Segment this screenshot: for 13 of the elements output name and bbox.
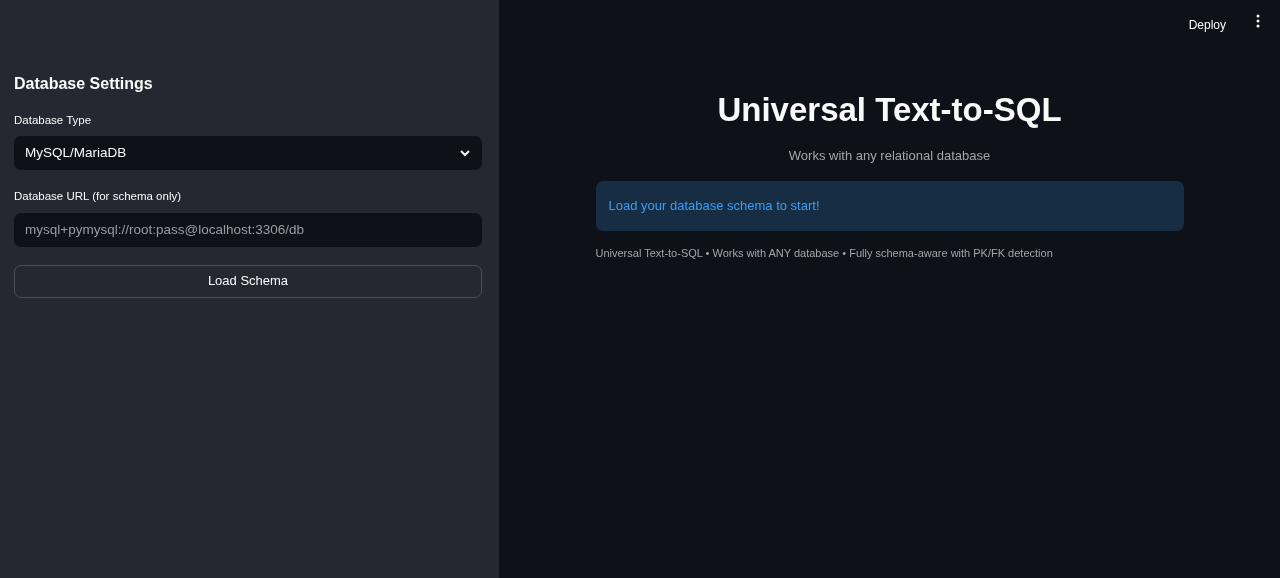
menu-icon[interactable] bbox=[1256, 14, 1260, 28]
subtitle: Works with any relational database bbox=[787, 146, 992, 165]
database-url-field[interactable]: mysql+pymysql://root:pass@localhost:3306/db bbox=[14, 212, 482, 247]
field-label: Database Type bbox=[14, 113, 93, 128]
database-type-select[interactable]: MySQL/MariaDB bbox=[14, 136, 482, 171]
info-alert: Load your database schema to start! bbox=[595, 181, 1184, 231]
load-schema-button[interactable]: Load Schema bbox=[14, 264, 482, 298]
deploy-button[interactable]: Deploy bbox=[1186, 12, 1228, 38]
page-title: Universal Text-to-SQL bbox=[716, 90, 1063, 130]
footer-text: Universal Text-to-SQL • Works with ANY database • Fully schema-aware with PK/FK detection bbox=[595, 245, 1054, 261]
chevron-down-icon bbox=[459, 149, 471, 158]
sidebar-title: Database Settings bbox=[14, 74, 154, 94]
field-label: Database URL (for schema only) bbox=[14, 189, 183, 205]
